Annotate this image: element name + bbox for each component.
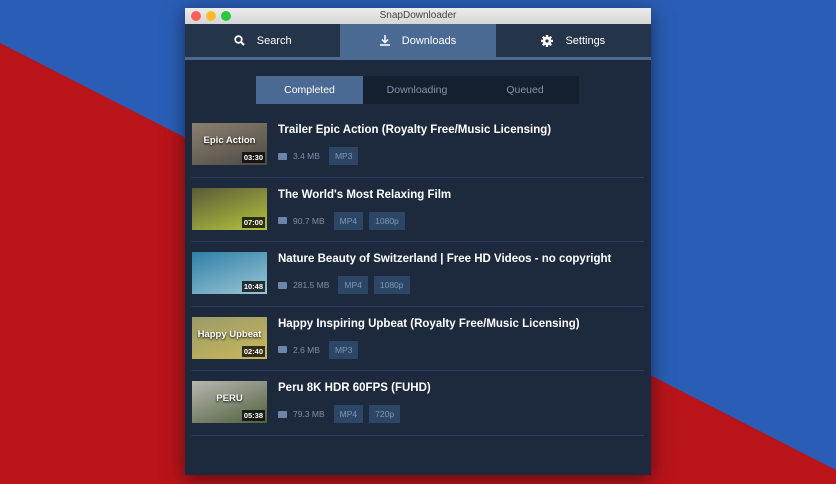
file-size: 2.6 MB <box>293 344 320 355</box>
duration-label: 03:30 <box>241 152 265 163</box>
video-title: Happy Inspiring Upbeat (Royalty Free/Mus… <box>278 317 580 330</box>
thumbnail-text: Epic Action <box>203 135 256 146</box>
tab-completed[interactable]: Completed <box>256 76 363 104</box>
window-title: SnapDownloader <box>379 10 457 21</box>
item-meta: 90.7 MB MP4 1080p <box>278 211 405 230</box>
download-item[interactable]: 07:00 The World's Most Relaxing Film 90.… <box>191 178 644 242</box>
gear-icon <box>541 34 554 47</box>
format-badge: MP4 <box>333 405 364 423</box>
download-icon <box>379 35 390 46</box>
nav-label: Downloads <box>401 34 457 47</box>
duration-label: 02:40 <box>241 345 265 357</box>
download-status-tabs: Completed Downloading Queued <box>256 76 579 104</box>
file-size: 90.7 MB <box>293 215 325 226</box>
video-title: Peru 8K HDR 60FPS (FUHD) <box>278 382 431 394</box>
item-meta: 281.5 MB MP4 1080p <box>278 276 410 294</box>
file-size: 79.3 MB <box>293 409 325 419</box>
folder-icon[interactable] <box>278 152 287 160</box>
thumbnail-text: Happy Upbeat <box>197 328 262 340</box>
item-meta: 79.3 MB MP4 720p <box>278 405 401 423</box>
duration-label: 07:00 <box>241 216 265 228</box>
nav-tab-search[interactable]: Search <box>185 24 340 57</box>
video-thumbnail[interactable]: PERU 05:38 <box>192 381 267 423</box>
nav-tab-downloads[interactable]: Downloads <box>340 24 496 57</box>
nav-tab-settings[interactable]: Settings <box>496 24 651 57</box>
format-badge: MP3 <box>328 147 359 165</box>
nav-label: Search <box>256 34 292 47</box>
nav-label: Settings <box>565 34 606 47</box>
tab-downloading[interactable]: Downloading <box>363 76 471 104</box>
app-window: SnapDownloader Search Downloads Settings… <box>185 8 651 475</box>
video-title: The World's Most Relaxing Film <box>278 188 452 201</box>
folder-icon[interactable] <box>278 346 287 353</box>
format-badge: MP3 <box>328 340 359 359</box>
video-thumbnail[interactable]: Happy Upbeat 02:40 <box>192 316 267 359</box>
duration-label: 10:48 <box>241 281 265 292</box>
video-title: Nature Beauty of Switzerland | Free HD V… <box>278 253 612 265</box>
close-button[interactable] <box>191 11 201 21</box>
download-item[interactable]: Happy Upbeat 02:40 Happy Inspiring Upbea… <box>191 307 644 371</box>
video-thumbnail[interactable]: 10:48 <box>192 252 267 294</box>
folder-icon[interactable] <box>278 281 287 289</box>
item-meta: 3.4 MB MP3 <box>278 147 359 165</box>
download-item[interactable]: 10:48 Nature Beauty of Switzerland | Fre… <box>191 242 644 307</box>
download-list: Epic Action 03:30 Trailer Epic Action (R… <box>191 113 644 436</box>
video-title: Trailer Epic Action (Royalty Free/Music … <box>278 124 552 136</box>
duration-label: 05:38 <box>241 410 265 421</box>
download-item[interactable]: PERU 05:38 Peru 8K HDR 60FPS (FUHD) 79.3… <box>191 371 644 436</box>
tab-queued[interactable]: Queued <box>471 76 579 104</box>
format-badge: MP4 <box>333 211 364 230</box>
main-nav: Search Downloads Settings <box>185 24 651 60</box>
video-thumbnail[interactable]: Epic Action 03:30 <box>192 123 267 165</box>
item-meta: 2.6 MB MP3 <box>278 340 359 359</box>
file-size: 3.4 MB <box>293 151 320 161</box>
format-badge: 1080p <box>373 276 410 294</box>
format-badge: 1080p <box>369 211 405 230</box>
format-badge: MP4 <box>338 276 368 294</box>
thumbnail-text: PERU <box>216 393 243 404</box>
search-icon <box>234 35 245 46</box>
folder-icon[interactable] <box>278 217 287 224</box>
title-bar: SnapDownloader <box>185 8 651 24</box>
file-size: 281.5 MB <box>293 280 330 290</box>
folder-icon[interactable] <box>278 410 287 418</box>
video-thumbnail[interactable]: 07:00 <box>192 187 267 230</box>
zoom-button[interactable] <box>221 11 231 21</box>
download-item[interactable]: Epic Action 03:30 Trailer Epic Action (R… <box>191 113 644 178</box>
format-badge: 720p <box>369 405 401 423</box>
minimize-button[interactable] <box>206 11 216 21</box>
